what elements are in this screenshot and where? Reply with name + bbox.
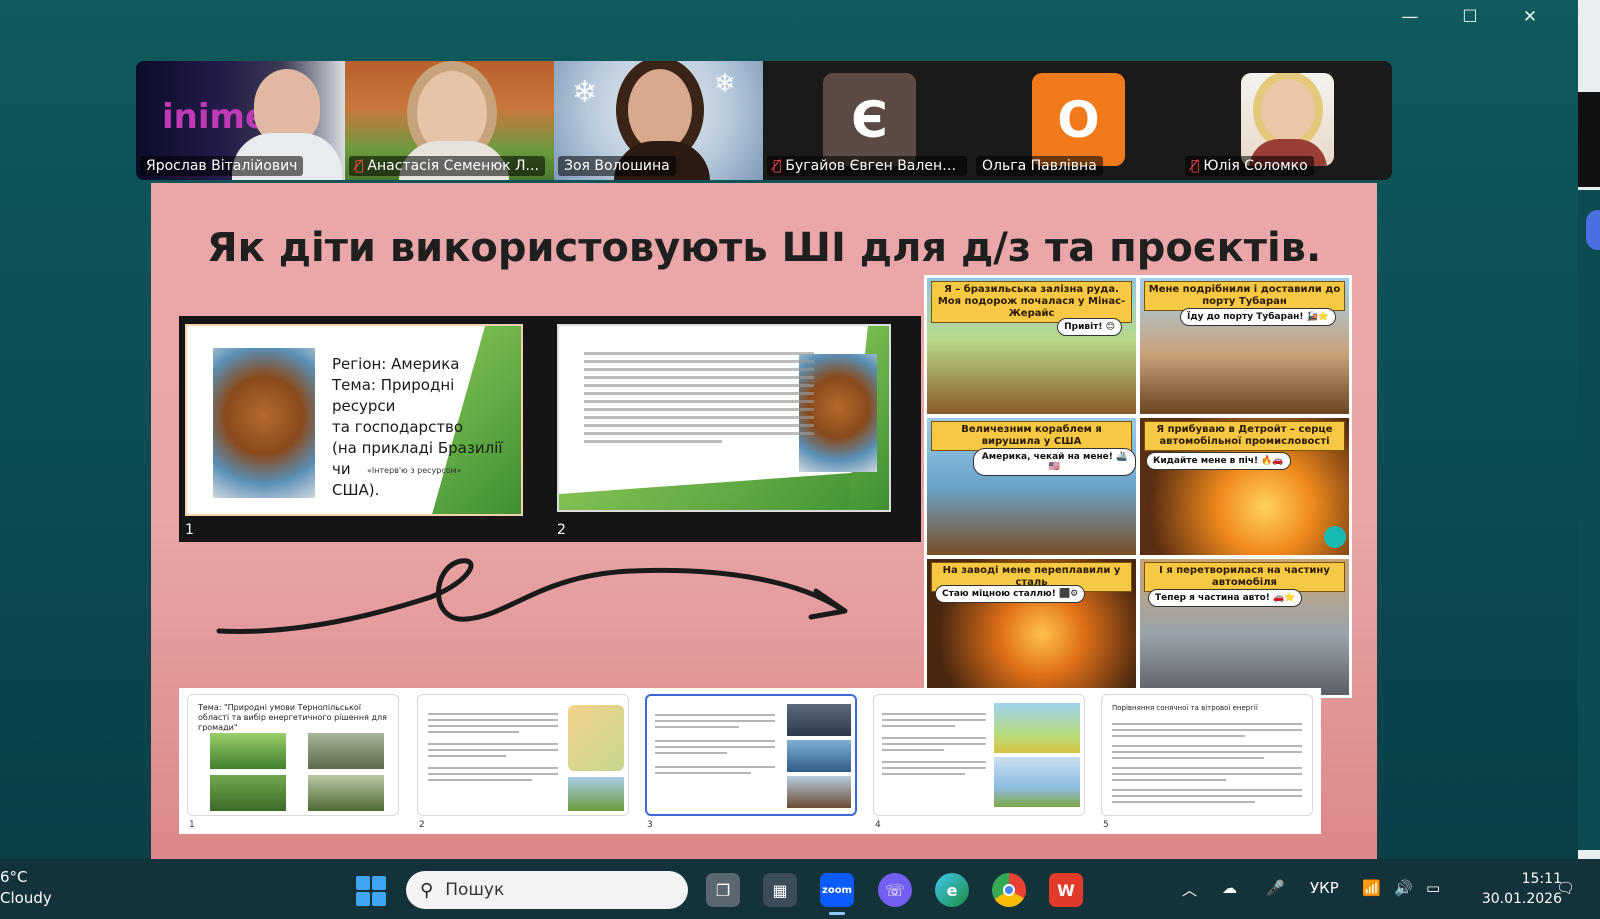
avatar xyxy=(1241,73,1334,166)
volume-icon[interactable]: 🔊 xyxy=(1394,879,1413,897)
participant-tile[interactable]: Є 🎙̸ Бугайов Євген Валент... xyxy=(763,61,972,180)
thumbnail-slide[interactable]: Тема: "Природні умови Тернопільської обл… xyxy=(187,694,399,816)
thumbnail-slide[interactable] xyxy=(417,694,629,816)
maximize-button[interactable]: ☐ xyxy=(1440,0,1500,34)
search-box[interactable]: ⚲ Пошук xyxy=(406,871,688,909)
chrome-browser-icon[interactable] xyxy=(992,873,1026,907)
search-placeholder: Пошук xyxy=(445,880,505,900)
weather-widget[interactable]: 6°C Cloudy xyxy=(0,867,52,909)
pointer-dot xyxy=(1324,526,1346,548)
snowflake-icon: ❄ xyxy=(714,69,736,99)
curly-arrow xyxy=(216,558,848,634)
mini-slide-1: Регіон: Америка Тема: Природні ресурси т… xyxy=(185,324,523,516)
participant-tile[interactable]: О Ольга Павлівна xyxy=(972,61,1181,180)
snowflake-icon: ❄ xyxy=(572,75,598,110)
participant-name: Ярослав Віталійович xyxy=(140,156,304,176)
mini-slide-2 xyxy=(557,324,891,512)
participant-tile[interactable]: 🎙̸ Юлія Соломко xyxy=(1181,61,1390,180)
logo-text: inime xyxy=(162,97,269,137)
avatar: Є xyxy=(823,73,916,166)
task-view-icon[interactable]: ❐ xyxy=(706,873,740,907)
taskbar: 6°C Cloudy ⚲ Пошук ❐ ▦ zoom ☏ e W ︿ ☁ 🎤 … xyxy=(0,859,1600,919)
slide-preview-row: Регіон: Америка Тема: Природні ресурси т… xyxy=(179,316,921,542)
comic-panel: На заводі мене переплавили у сталь Стаю … xyxy=(927,558,1136,695)
muted-mic-icon: 🎙̸ xyxy=(1191,158,1200,174)
comic-panel: Величезним кораблем я вирушила у США Аме… xyxy=(927,418,1136,555)
participant-name: 🎙̸ Бугайов Євген Валент... xyxy=(767,156,967,176)
participant-name: Ольга Павлівна xyxy=(976,156,1103,176)
thumbnail-slide-selected[interactable] xyxy=(645,694,857,816)
participant-name: 🎙̸ Анастасія Семенюк Л... xyxy=(349,156,545,176)
notifications-icon[interactable]: 🗨 xyxy=(1556,879,1575,897)
comic-grid: Я – бразильська залізна руда. Моя подоро… xyxy=(924,275,1352,698)
slide-title: Як діти використовують ШІ для д/з та про… xyxy=(206,225,1322,271)
mini-slide-2-text xyxy=(584,352,814,448)
slide-number: 1 xyxy=(185,522,194,538)
calculator-icon[interactable]: ▦ xyxy=(763,873,797,907)
comic-panel: І я перетворилася на частину автомобіля … xyxy=(1140,558,1349,695)
wifi-icon[interactable]: 📶 xyxy=(1362,879,1381,897)
clock[interactable]: 15:11 30.01.2026 xyxy=(1482,869,1562,909)
shared-slide: Як діти використовують ШІ для д/з та про… xyxy=(151,183,1377,859)
slide-thumbnails-strip: Тема: "Природні умови Тернопільської обл… xyxy=(179,688,1321,834)
thumbnail-number: 5 xyxy=(1103,820,1109,830)
start-button[interactable] xyxy=(356,876,386,906)
battery-icon[interactable]: ▭ xyxy=(1426,879,1440,897)
thumbnail-slide[interactable]: Порівняння сонячної та вітрової енергії xyxy=(1101,694,1313,816)
microphone-icon[interactable]: 🎤 xyxy=(1266,879,1285,897)
thumbnail-slide[interactable] xyxy=(873,694,1085,816)
close-button[interactable]: ✕ xyxy=(1500,0,1560,34)
comic-panel: Мене подрібнили і доставили до порту Туб… xyxy=(1140,278,1349,415)
window-controls: — ☐ ✕ xyxy=(1380,0,1560,34)
muted-mic-icon: 🎙̸ xyxy=(355,158,364,174)
language-indicator[interactable]: УКР xyxy=(1310,879,1339,897)
thumbnail-number: 4 xyxy=(875,820,881,830)
mini-slide-1-text: Регіон: Америка Тема: Природні ресурси т… xyxy=(332,355,503,499)
edge-browser-icon[interactable]: e xyxy=(935,873,969,907)
thumbnail-number: 3 xyxy=(647,820,653,830)
adjacent-window-edge xyxy=(1578,0,1600,919)
wps-office-icon[interactable]: W xyxy=(1049,873,1083,907)
cloud-off-icon[interactable]: ☁ xyxy=(1222,879,1237,897)
thumbnail-number: 1 xyxy=(189,820,195,830)
participant-name: Зоя Волошина xyxy=(558,156,676,176)
minimize-button[interactable]: — xyxy=(1380,0,1440,34)
participant-name: 🎙̸ Юлія Соломко xyxy=(1185,156,1314,176)
comic-panel: Я – бразильська залізна руда. Моя подоро… xyxy=(927,278,1136,415)
participant-tile-active-speaker[interactable]: ❄ ❄ Зоя Волошина xyxy=(554,61,763,180)
search-icon: ⚲ xyxy=(420,879,434,901)
mini-slide-1-subtitle: «Інтерв'ю з ресурсом» xyxy=(367,466,462,475)
thumbnail-number: 2 xyxy=(419,820,425,830)
participant-tile[interactable]: 🎙̸ Анастасія Семенюк Л... xyxy=(345,61,554,180)
zoom-app-icon[interactable]: zoom xyxy=(820,873,854,915)
muted-mic-icon: 🎙̸ xyxy=(773,158,782,174)
viber-icon[interactable]: ☏ xyxy=(878,873,912,907)
slide-number: 2 xyxy=(557,522,566,538)
comic-panel: Я прибуваю в Детройт – серце автомобільн… xyxy=(1140,418,1349,555)
participants-strip: inime Ярослав Віталійович 🎙̸ Анастасія Се… xyxy=(136,61,1392,180)
chevron-up-icon[interactable]: ︿ xyxy=(1182,879,1197,900)
participant-tile[interactable]: inime Ярослав Віталійович xyxy=(136,61,345,180)
avatar: О xyxy=(1032,73,1125,166)
